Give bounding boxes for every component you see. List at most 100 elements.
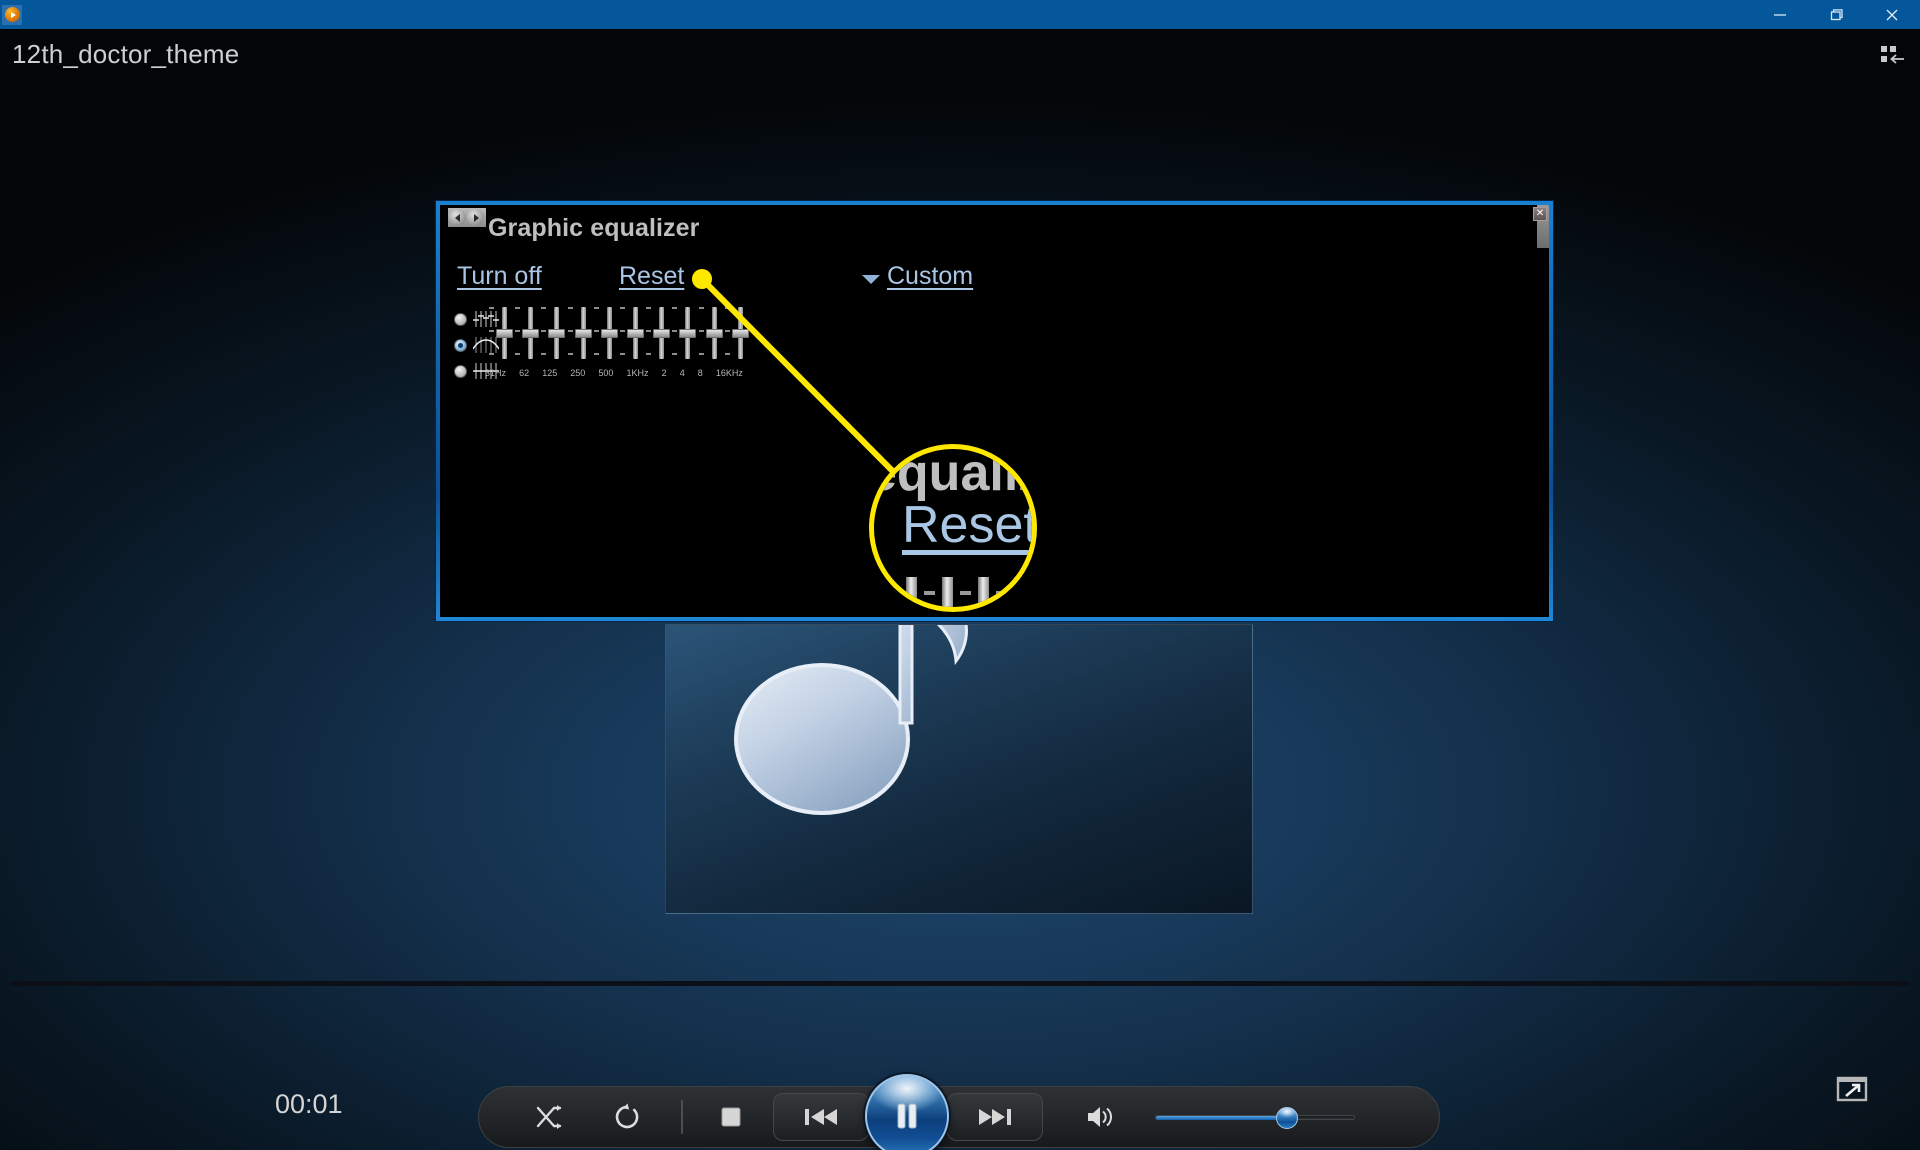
chevron-down-icon[interactable] — [862, 274, 880, 284]
radio-loose-selected[interactable] — [454, 338, 467, 352]
band-slider-thumb[interactable] — [653, 329, 671, 338]
band-slider[interactable] — [646, 307, 671, 359]
close-icon[interactable]: ✕ — [1533, 207, 1547, 221]
link-mode-loose[interactable] — [454, 337, 500, 353]
band-slider[interactable] — [620, 307, 645, 359]
band-gain-tick — [698, 330, 704, 332]
band-slider-thumb[interactable] — [496, 329, 513, 338]
band-gain-tick — [646, 353, 652, 355]
radio-independent[interactable] — [454, 312, 467, 326]
band-slider[interactable] — [567, 307, 593, 359]
restore-icon[interactable] — [1808, 0, 1864, 29]
minimize-icon[interactable] — [1752, 0, 1808, 29]
reset-link[interactable]: Reset — [619, 262, 684, 291]
band-slider-thumb[interactable] — [522, 329, 540, 338]
band-gain-tick — [489, 353, 494, 355]
stop-icon[interactable] — [703, 1091, 759, 1143]
repeat-icon[interactable] — [599, 1091, 655, 1143]
band-slider[interactable] — [593, 307, 619, 359]
playback-control-bar — [478, 1074, 1440, 1150]
now-playing-stage: 12th_doctor_theme 00:01 ✕ Graphic equali… — [0, 29, 1920, 1150]
panel-title: Graphic equalizer — [488, 214, 700, 242]
band-slider-thumb[interactable] — [679, 329, 697, 338]
volume-slider[interactable] — [1155, 1102, 1355, 1132]
band-slider[interactable] — [515, 307, 540, 359]
link-mode-independent[interactable] — [454, 311, 499, 327]
band-gain-tick — [724, 353, 730, 355]
band-gain-tick — [646, 330, 652, 332]
equalizer-frequency-labels: 31Hz 62 125 250 500 1KHz 2 4 8 16KHz — [485, 368, 743, 378]
band-slider-thumb[interactable] — [600, 329, 618, 338]
volume-slider-thumb[interactable] — [1276, 1107, 1298, 1129]
arrow-right-icon[interactable] — [467, 209, 484, 226]
control-divider — [681, 1100, 683, 1134]
band-gain-tick — [567, 307, 573, 309]
band-slider[interactable] — [489, 307, 514, 359]
band-slider-thumb[interactable] — [548, 329, 566, 338]
band-frequency-label: 4 — [679, 368, 685, 378]
band-slider[interactable] — [541, 307, 566, 359]
band-gain-tick — [515, 353, 521, 355]
turn-off-link[interactable]: Turn off — [457, 262, 542, 291]
preset-dropdown[interactable]: Custom — [862, 262, 973, 291]
band-gain-tick — [541, 307, 547, 309]
band-slider[interactable] — [672, 307, 697, 359]
graphic-equalizer-panel: ✕ Graphic equalizer Turn off Reset Custo… — [436, 201, 1553, 621]
band-gain-tick — [515, 307, 521, 309]
band-slider-thumb[interactable] — [574, 329, 592, 338]
pause-button[interactable] — [865, 1074, 949, 1150]
band-gain-tick — [672, 307, 678, 309]
band-frequency-label: 8 — [697, 368, 703, 378]
band-gain-tick — [698, 353, 704, 355]
shuffle-icon[interactable] — [521, 1091, 577, 1143]
band-frequency-label: 500 — [598, 368, 614, 378]
window-controls — [1752, 0, 1920, 29]
band-gain-tick — [541, 330, 547, 332]
band-frequency-label: 2 — [661, 368, 667, 378]
previous-icon[interactable] — [773, 1093, 869, 1141]
equalizer-band-sliders — [489, 307, 749, 359]
band-gain-tick — [567, 353, 573, 355]
band-frequency-label: 16KHz — [715, 368, 743, 378]
elapsed-time: 00:01 — [275, 1089, 343, 1119]
band-frequency-label: 1KHz — [626, 368, 649, 378]
band-slider-thumb[interactable] — [627, 329, 644, 338]
view-full-screen-icon[interactable] — [1836, 1075, 1868, 1103]
band-frequency-label: 31Hz — [485, 368, 507, 378]
band-gain-tick — [567, 330, 573, 332]
band-gain-tick — [593, 353, 599, 355]
band-gain-tick — [620, 307, 625, 309]
volume-mute-icon[interactable] — [1073, 1091, 1129, 1143]
band-slider[interactable] — [698, 307, 724, 359]
preset-label: Custom — [887, 262, 974, 290]
band-gain-tick — [672, 330, 678, 332]
window-title-bar — [0, 0, 1920, 29]
band-gain-tick — [724, 330, 730, 332]
band-gain-tick — [593, 330, 599, 332]
band-slider-thumb[interactable] — [731, 329, 749, 338]
band-gain-tick — [593, 307, 599, 309]
band-gain-tick — [541, 353, 547, 355]
track-title: 12th_doctor_theme — [12, 39, 240, 69]
switch-to-library-icon[interactable] — [1880, 45, 1906, 67]
arrow-left-icon[interactable] — [449, 209, 466, 226]
band-slider[interactable] — [724, 307, 750, 359]
band-gain-tick — [646, 307, 652, 309]
radio-tight[interactable] — [454, 364, 467, 378]
close-icon[interactable] — [1864, 0, 1920, 29]
band-slider-thumb[interactable] — [705, 329, 723, 338]
seek-bar-track[interactable] — [10, 981, 1910, 986]
band-gain-tick — [620, 330, 625, 332]
media-player-orb-icon — [2, 4, 22, 25]
album-art-placeholder — [665, 624, 1253, 914]
band-gain-tick — [489, 307, 494, 309]
enhancement-nav-buttons — [448, 208, 486, 227]
band-frequency-label: 250 — [570, 368, 586, 378]
music-note-icon — [702, 625, 972, 827]
band-gain-tick — [620, 353, 625, 355]
band-gain-tick — [698, 307, 704, 309]
band-frequency-label: 62 — [519, 368, 530, 378]
next-icon[interactable] — [947, 1093, 1043, 1141]
band-gain-tick — [724, 307, 730, 309]
band-gain-tick — [672, 353, 678, 355]
